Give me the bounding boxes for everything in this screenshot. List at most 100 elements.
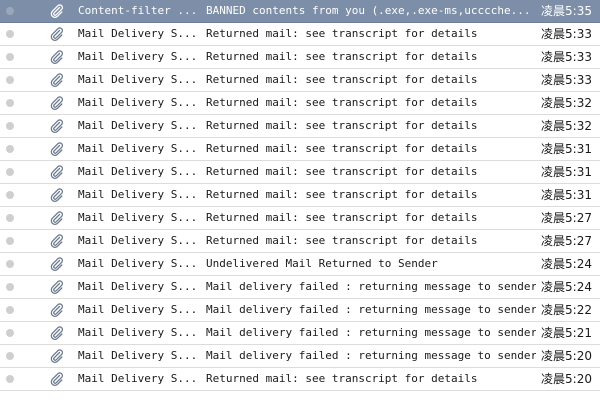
message-subject: Returned mail: see transcript for detail…	[206, 142, 478, 155]
message-row[interactable]: Mail Delivery S... Mail delivery failed …	[0, 322, 600, 345]
paperclip-icon	[50, 119, 64, 133]
message-row[interactable]: Mail Delivery S... Returned mail: see tr…	[0, 184, 600, 207]
message-time: 凌晨5:32	[541, 96, 592, 110]
message-sender: Mail Delivery S...	[78, 96, 196, 109]
message-time: 凌晨5:24	[541, 280, 592, 294]
message-subject: Returned mail: see transcript for detail…	[206, 188, 478, 201]
paperclip-icon	[50, 165, 64, 179]
message-sender: Mail Delivery S...	[78, 372, 196, 385]
message-subject: Returned mail: see transcript for detail…	[206, 165, 478, 178]
paperclip-icon	[50, 4, 64, 18]
paperclip-icon	[50, 257, 64, 271]
unread-dot-icon[interactable]	[6, 306, 14, 314]
message-sender: Mail Delivery S...	[78, 188, 196, 201]
message-sender: Mail Delivery S...	[78, 349, 196, 362]
message-time: 凌晨5:27	[541, 211, 592, 225]
paperclip-icon	[50, 27, 64, 41]
message-time: 凌晨5:24	[541, 257, 592, 271]
message-subject: Returned mail: see transcript for detail…	[206, 50, 478, 63]
message-row[interactable]: Mail Delivery S... Returned mail: see tr…	[0, 138, 600, 161]
message-sender: Mail Delivery S...	[78, 280, 196, 293]
message-subject: Returned mail: see transcript for detail…	[206, 234, 478, 247]
paperclip-icon	[50, 73, 64, 87]
message-time: 凌晨5:20	[541, 372, 592, 386]
paperclip-icon	[50, 326, 64, 340]
paperclip-icon	[50, 280, 64, 294]
message-sender: Mail Delivery S...	[78, 73, 196, 86]
message-sender: Mail Delivery S...	[78, 119, 196, 132]
paperclip-icon	[50, 211, 64, 225]
message-time: 凌晨5:33	[541, 73, 592, 87]
message-sender: Mail Delivery S...	[78, 142, 196, 155]
unread-dot-icon[interactable]	[6, 122, 14, 130]
message-row[interactable]: Mail Delivery S... Mail delivery failed …	[0, 345, 600, 368]
message-row[interactable]: Mail Delivery S... Returned mail: see tr…	[0, 46, 600, 69]
message-row[interactable]: Mail Delivery S... Returned mail: see tr…	[0, 23, 600, 46]
unread-dot-icon[interactable]	[6, 214, 14, 222]
message-row[interactable]: Mail Delivery S... Undelivered Mail Retu…	[0, 253, 600, 276]
message-sender: Mail Delivery S...	[78, 303, 196, 316]
message-subject: Mail delivery failed : returning message…	[206, 326, 536, 339]
message-list: Content-filter ... BANNED contents from …	[0, 0, 600, 400]
message-subject: Returned mail: see transcript for detail…	[206, 96, 478, 109]
message-subject: Mail delivery failed : returning message…	[206, 349, 536, 362]
paperclip-icon	[50, 303, 64, 317]
message-time: 凌晨5:33	[541, 50, 592, 64]
message-sender: Mail Delivery S...	[78, 27, 196, 40]
message-time: 凌晨5:31	[541, 188, 592, 202]
paperclip-icon	[50, 188, 64, 202]
message-time: 凌晨5:33	[541, 27, 592, 41]
unread-dot-icon[interactable]	[6, 76, 14, 84]
message-row[interactable]: Mail Delivery S... Mail delivery failed …	[0, 299, 600, 322]
message-subject: Returned mail: see transcript for detail…	[206, 73, 478, 86]
message-subject: Mail delivery failed : returning message…	[206, 280, 536, 293]
message-subject: Mail delivery failed : returning message…	[206, 303, 536, 316]
unread-dot-icon[interactable]	[6, 53, 14, 61]
message-row[interactable]: Mail Delivery S... Returned mail: see tr…	[0, 368, 600, 391]
unread-dot-icon[interactable]	[6, 99, 14, 107]
message-sender: Mail Delivery S...	[78, 165, 196, 178]
message-sender: Mail Delivery S...	[78, 50, 196, 63]
message-row[interactable]: Mail Delivery S... Returned mail: see tr…	[0, 92, 600, 115]
unread-dot-icon[interactable]	[6, 30, 14, 38]
unread-dot-icon[interactable]	[6, 145, 14, 153]
message-subject: Returned mail: see transcript for detail…	[206, 211, 478, 224]
message-time: 凌晨5:31	[541, 142, 592, 156]
unread-dot-icon[interactable]	[6, 352, 14, 360]
unread-dot-icon[interactable]	[6, 7, 14, 15]
unread-dot-icon[interactable]	[6, 375, 14, 383]
unread-dot-icon[interactable]	[6, 191, 14, 199]
message-sender: Mail Delivery S...	[78, 326, 196, 339]
message-sender: Mail Delivery S...	[78, 211, 196, 224]
paperclip-icon	[50, 372, 64, 386]
message-subject: Returned mail: see transcript for detail…	[206, 372, 478, 385]
message-row[interactable]: Mail Delivery S... Returned mail: see tr…	[0, 69, 600, 92]
unread-dot-icon[interactable]	[6, 260, 14, 268]
paperclip-icon	[50, 349, 64, 363]
message-row[interactable]: Mail Delivery S... Returned mail: see tr…	[0, 230, 600, 253]
message-row[interactable]: Mail Delivery S... Returned mail: see tr…	[0, 207, 600, 230]
message-sender: Mail Delivery S...	[78, 234, 196, 247]
message-time: 凌晨5:20	[541, 349, 592, 363]
message-sender: Content-filter ...	[78, 4, 196, 17]
unread-dot-icon[interactable]	[6, 168, 14, 176]
message-subject: Returned mail: see transcript for detail…	[206, 119, 478, 132]
message-row[interactable]: Mail Delivery S... Mail delivery failed …	[0, 276, 600, 299]
paperclip-icon	[50, 234, 64, 248]
message-time: 凌晨5:32	[541, 119, 592, 133]
paperclip-icon	[50, 96, 64, 110]
paperclip-icon	[50, 50, 64, 64]
message-subject: Undelivered Mail Returned to Sender	[206, 257, 438, 270]
message-time: 凌晨5:22	[541, 303, 592, 317]
message-time: 凌晨5:21	[541, 326, 592, 340]
message-subject: BANNED contents from you (.exe,.exe-ms,u…	[206, 4, 531, 17]
unread-dot-icon[interactable]	[6, 283, 14, 291]
message-row[interactable]: Mail Delivery S... Returned mail: see tr…	[0, 115, 600, 138]
paperclip-icon	[50, 142, 64, 156]
message-time: 凌晨5:27	[541, 234, 592, 248]
message-time: 凌晨5:31	[541, 165, 592, 179]
unread-dot-icon[interactable]	[6, 237, 14, 245]
message-row[interactable]: Content-filter ... BANNED contents from …	[0, 0, 600, 23]
unread-dot-icon[interactable]	[6, 329, 14, 337]
message-row[interactable]: Mail Delivery S... Returned mail: see tr…	[0, 161, 600, 184]
